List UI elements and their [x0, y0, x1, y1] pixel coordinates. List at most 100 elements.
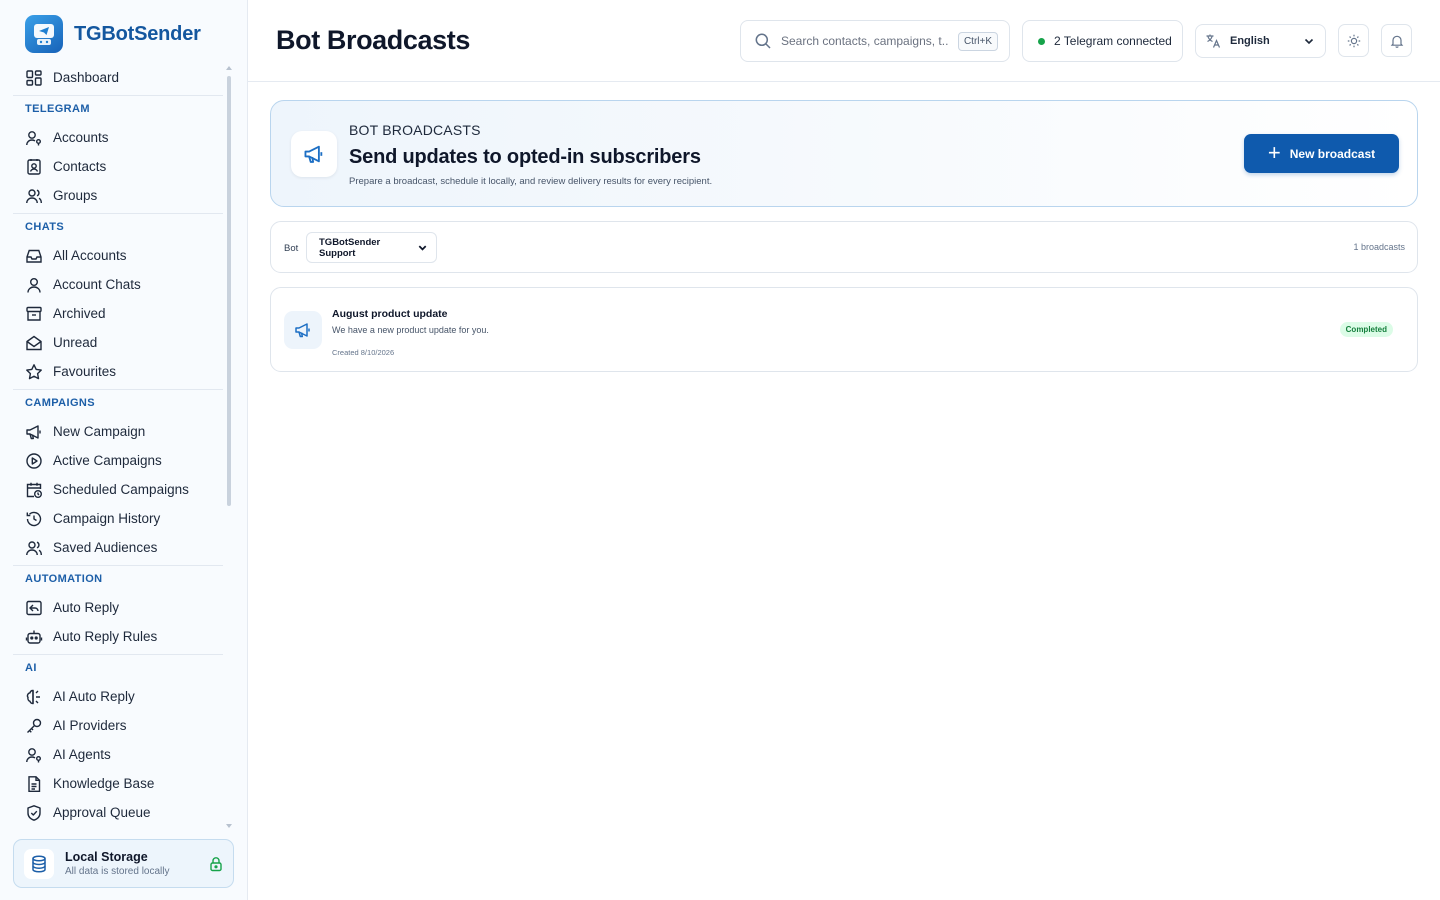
hero-description: Prepare a broadcast, schedule it locally…: [349, 176, 713, 187]
sidebar-item-ai-providers[interactable]: AI Providers: [13, 711, 223, 740]
bot-select-value: TGBotSender Support: [319, 236, 381, 259]
theme-toggle-button[interactable]: [1338, 24, 1369, 57]
brand[interactable]: TGBotSender: [25, 15, 201, 53]
sidebar-item-unread[interactable]: Unread: [13, 328, 223, 357]
megaphone-icon: [291, 131, 337, 177]
brain-icon: [26, 689, 40, 704]
broadcast-count: 1 broadcasts: [1353, 242, 1405, 252]
sidebar-item-dashboard[interactable]: Dashboard: [13, 63, 223, 92]
sidebar-item-account-chats[interactable]: Account Chats: [13, 270, 223, 299]
sidebar-item-label: Campaign History: [53, 511, 161, 526]
sidebar-item-label: Active Campaigns: [53, 453, 162, 468]
scrollbar-thumb[interactable]: [227, 76, 231, 506]
list-item[interactable]: August product update We have a new prod…: [270, 287, 1418, 372]
sidebar-item-label: Dashboard: [53, 70, 120, 85]
history-icon: [26, 511, 42, 526]
broadcast-hero-card: BOT BROADCASTS Send updates to opted-in …: [270, 100, 1418, 207]
sidebar-item-label: All Accounts: [53, 248, 127, 263]
document-icon: [28, 775, 41, 792]
search-icon: [755, 33, 771, 49]
database-icon: [24, 848, 54, 879]
sidebar-item-label: Unread: [53, 335, 98, 350]
brand-logo-icon: [25, 15, 63, 53]
sidebar-item-label: Auto Reply: [53, 600, 120, 615]
sidebar-item-campaign-history[interactable]: Campaign History: [13, 504, 223, 533]
sidebar-item-label: AI Auto Reply: [53, 689, 135, 704]
status-badge: Completed: [1339, 322, 1393, 337]
key-icon: [27, 718, 42, 733]
star-icon: [26, 363, 42, 379]
sidebar-item-label: Accounts: [53, 130, 109, 145]
nav-section-ai: AI: [13, 654, 223, 682]
broadcast-message: We have a new product update for you.: [332, 325, 489, 335]
sidebar-item-ai-agents[interactable]: AI Agents: [13, 740, 223, 769]
global-search[interactable]: Ctrl+K: [740, 20, 1010, 62]
plus-icon: +: [1267, 139, 1281, 165]
sidebar-item-active-campaigns[interactable]: Active Campaigns: [13, 446, 223, 475]
scroll-down-arrow-icon[interactable]: [226, 824, 232, 828]
hero-eyebrow: BOT BROADCASTS: [349, 122, 481, 138]
translate-icon: [1206, 34, 1221, 48]
sidebar-item-label: Account Chats: [53, 277, 141, 292]
connection-status-text: 2 Telegram connected: [1054, 34, 1172, 48]
sidebar-item-archived[interactable]: Archived: [13, 299, 223, 328]
sidebar-item-saved-audiences[interactable]: Saved Audiences: [13, 533, 223, 562]
sidebar-item-label: Archived: [53, 306, 106, 321]
user-key-icon: [26, 130, 41, 145]
megaphone-icon: [26, 424, 41, 439]
sidebar-item-approval-queue[interactable]: Approval Queue: [13, 798, 223, 827]
brand-name: TGBotSender: [74, 22, 201, 45]
nav-section-chats: CHATS: [13, 213, 223, 241]
status-dot: [1038, 37, 1045, 45]
broadcast-filter-bar: Bot TGBotSender Support 1 broadcasts: [270, 221, 1418, 273]
hero-title: Send updates to opted-in subscribers: [349, 146, 701, 168]
sidebar-item-favourites[interactable]: Favourites: [13, 357, 223, 386]
local-storage-panel[interactable]: Local Storage All data is stored locally: [13, 839, 234, 888]
scroll-up-arrow-icon[interactable]: [226, 66, 232, 70]
sidebar-item-scheduled-campaigns[interactable]: Scheduled Campaigns: [13, 475, 223, 504]
shield-check-icon: [27, 804, 41, 821]
sidebar-item-label: Approval Queue: [53, 805, 151, 820]
users-icon: [26, 540, 42, 555]
megaphone-icon: [284, 311, 322, 349]
reply-square-icon: [26, 600, 42, 615]
sidebar-scrollbar[interactable]: [226, 66, 232, 830]
users-icon: [26, 188, 42, 203]
bot-select[interactable]: TGBotSender Support: [306, 232, 437, 263]
sidebar-item-label: Groups: [53, 188, 98, 203]
language-label: English: [1230, 35, 1270, 47]
sidebar-item-label: AI Agents: [53, 747, 111, 762]
sidebar-nav: Dashboard TELEGRAM Accounts Contacts Gro…: [13, 63, 223, 833]
language-select[interactable]: English: [1195, 24, 1326, 58]
sidebar-item-label: Contacts: [53, 159, 107, 174]
broadcast-title: August product update: [332, 308, 448, 320]
sidebar-item-accounts[interactable]: Accounts: [13, 123, 223, 152]
sidebar-item-contacts[interactable]: Contacts: [13, 152, 223, 181]
new-broadcast-button[interactable]: + New broadcast: [1244, 134, 1399, 173]
search-input[interactable]: [781, 34, 949, 48]
sidebar-item-label: Auto Reply Rules: [53, 629, 158, 644]
sidebar: TGBotSender Dashboard TELEGRAM Accounts …: [0, 0, 248, 900]
play-circle-icon: [26, 452, 42, 469]
sidebar-item-auto-reply-rules[interactable]: Auto Reply Rules: [13, 622, 223, 651]
chevron-down-icon: [418, 245, 427, 251]
sidebar-item-new-campaign[interactable]: New Campaign: [13, 417, 223, 446]
sun-icon: [1347, 34, 1360, 47]
telegram-connection-status[interactable]: 2 Telegram connected: [1022, 20, 1183, 62]
bot-icon: [25, 630, 43, 644]
nav-section-automation: AUTOMATION: [13, 565, 223, 593]
sidebar-item-all-accounts[interactable]: All Accounts: [13, 241, 223, 270]
top-header: Bot Broadcasts Ctrl+K 2 Telegram connect…: [248, 0, 1440, 82]
archive-icon: [26, 306, 42, 321]
calendar-clock-icon: [26, 482, 42, 498]
envelope-open-icon: [26, 335, 42, 350]
lock-icon: [210, 856, 222, 871]
sidebar-item-ai-auto-reply[interactable]: AI Auto Reply: [13, 682, 223, 711]
sidebar-item-groups[interactable]: Groups: [13, 181, 223, 210]
sidebar-item-auto-reply[interactable]: Auto Reply: [13, 593, 223, 622]
dashboard-grid-icon: [26, 69, 42, 86]
sidebar-item-knowledge-base[interactable]: Knowledge Base: [13, 769, 223, 798]
search-shortcut-badge: Ctrl+K: [957, 31, 998, 51]
user-key-icon: [26, 747, 41, 762]
notifications-button[interactable]: [1381, 24, 1412, 57]
